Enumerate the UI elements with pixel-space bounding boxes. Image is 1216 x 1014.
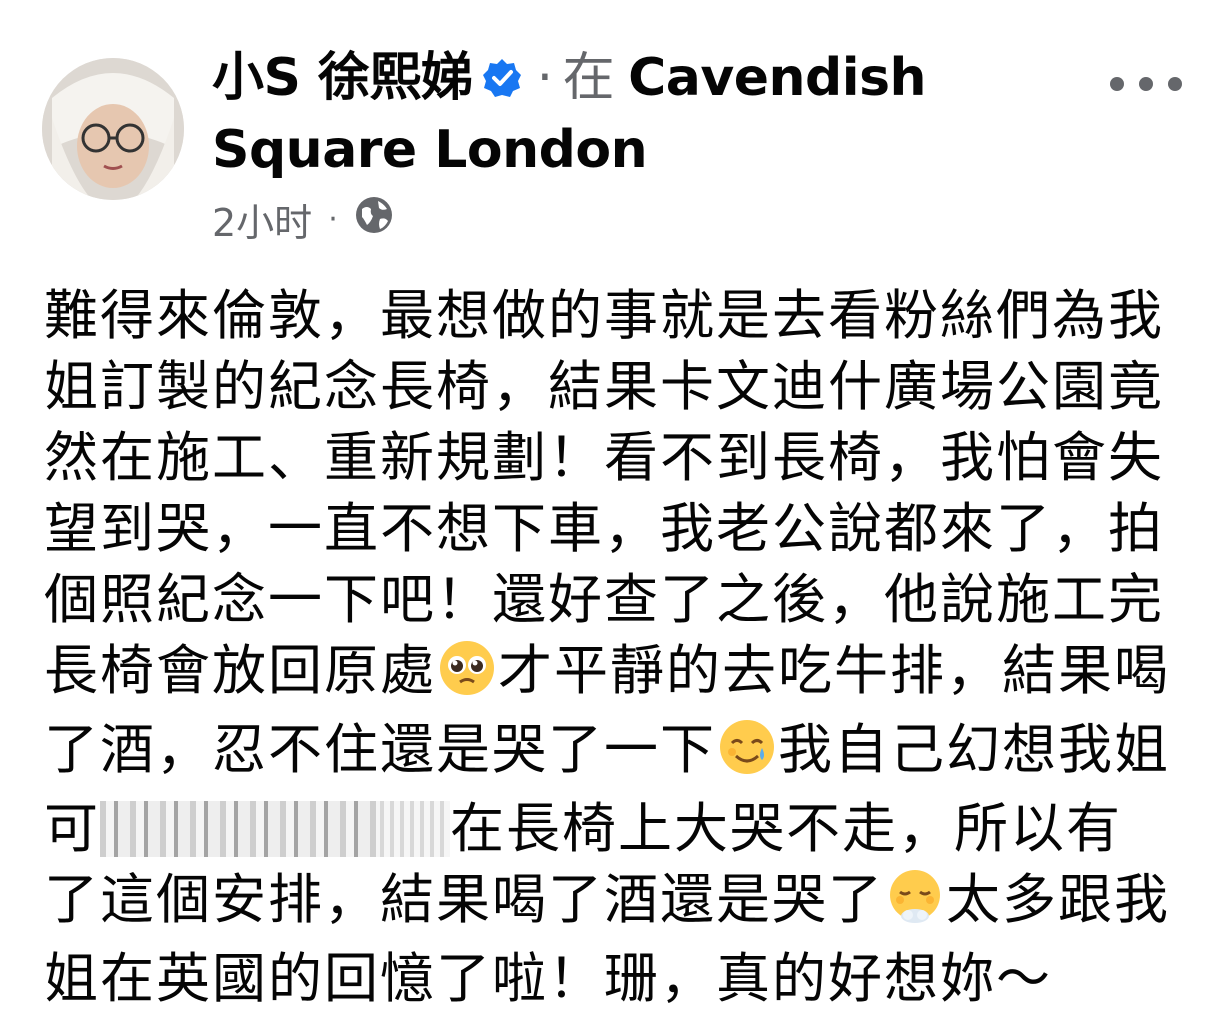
post-meta: 2小时 · xyxy=(212,192,394,247)
more-options-icon[interactable] xyxy=(1110,66,1182,102)
author-name[interactable]: 小S 徐熙娣 xyxy=(212,48,473,108)
post-header: 小S 徐熙娣 · 在 Cavendish Square London xyxy=(212,44,1092,184)
verified-badge-icon xyxy=(481,48,523,116)
smiling-face-with-tear-emoji xyxy=(718,718,776,793)
more-dot xyxy=(1110,77,1124,91)
blurred-text xyxy=(380,801,450,857)
author-line: 小S 徐熙娣 · 在 Cavendish Square London xyxy=(212,44,1092,184)
more-dot xyxy=(1168,77,1182,91)
meta-separator: · xyxy=(328,201,338,237)
blurred-text xyxy=(100,801,380,857)
globe-icon[interactable] xyxy=(354,195,394,244)
timestamp[interactable]: 2小时 xyxy=(212,192,312,247)
post-body: 難得來倫敦，最想做的事就是去看粉絲們為我姐訂製的紀念長椅，結果卡文迪什廣場公園竟… xyxy=(44,280,1174,1014)
more-dot xyxy=(1139,77,1153,91)
face-exhaling-emoji xyxy=(886,868,944,943)
separator-dot: · xyxy=(536,48,554,108)
avatar[interactable] xyxy=(42,58,184,200)
location-prefix: 在 xyxy=(562,48,615,108)
pleading-face-emoji xyxy=(438,639,496,714)
